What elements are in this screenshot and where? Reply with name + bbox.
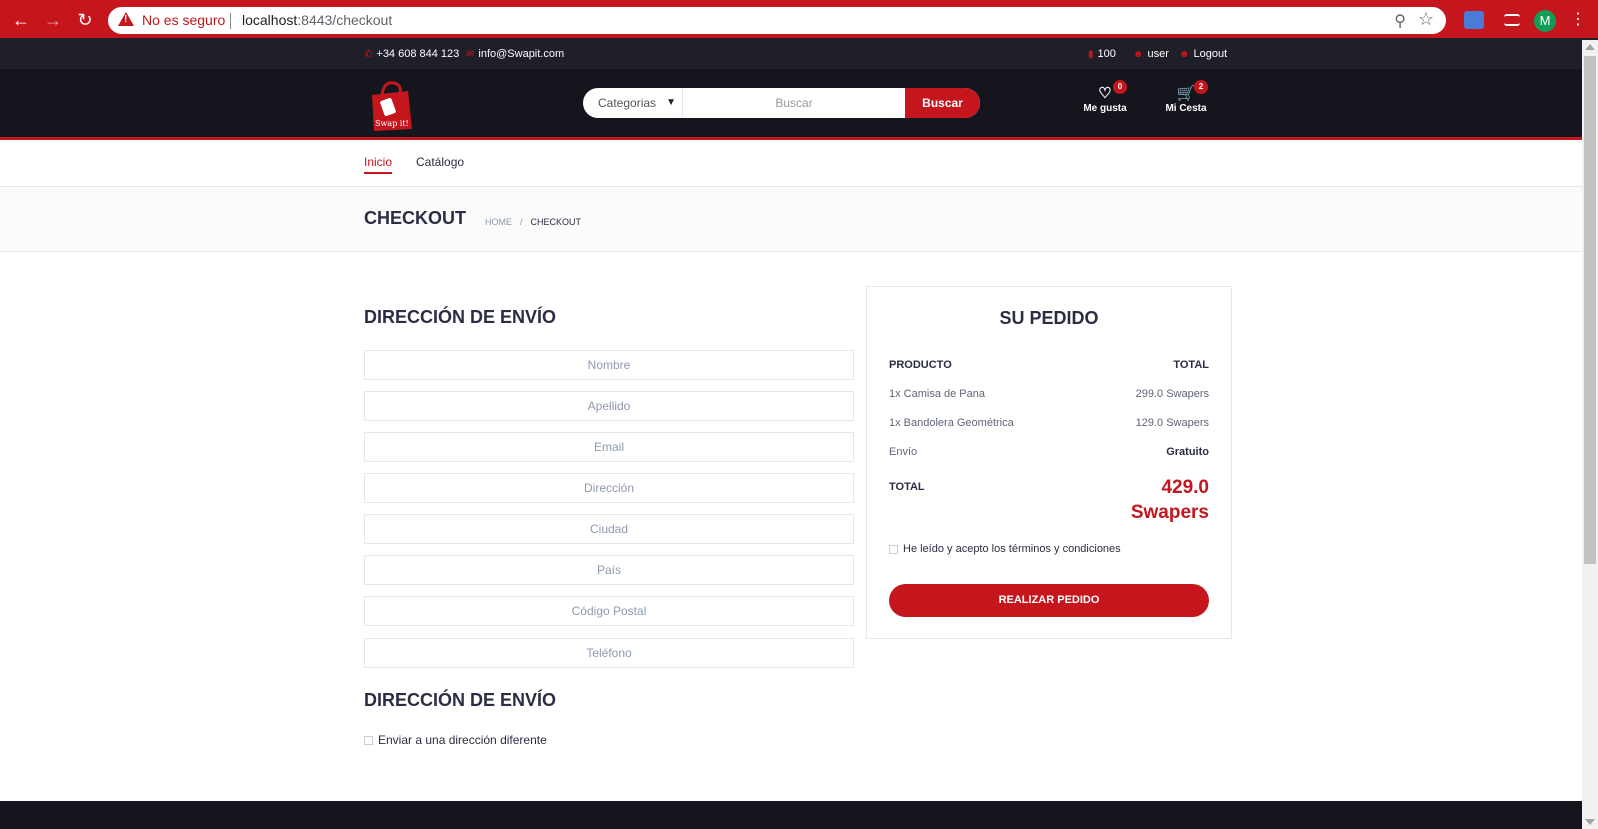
scroll-down-icon[interactable] [1585, 819, 1595, 825]
order-header-row: PRODUCTO TOTAL [889, 359, 1209, 371]
order-total-label: TOTAL [889, 481, 925, 493]
page-title: CHECKOUT [364, 208, 466, 228]
zoom-icon[interactable]: ⚲ [1394, 11, 1406, 31]
order-item-price: 129.0 Swapers [1135, 417, 1209, 429]
breadcrumb-separator: / [520, 217, 523, 227]
ciudad-field[interactable] [364, 514, 854, 544]
order-item-row: 1x Bandolera Geométrica 129.0 Swapers [889, 417, 1209, 429]
shipping-section-title: DIRECCIÓN DE ENVÍO [364, 690, 557, 710]
breadcrumb: HOME / CHECKOUT [485, 217, 581, 227]
chevron-down-icon: ▼ [666, 97, 676, 108]
wishlist-button[interactable]: ♡ Me gusta 0 [1075, 80, 1135, 114]
place-order-button[interactable]: REALIZAR PEDIDO [889, 584, 1209, 617]
site-footer [0, 801, 1582, 829]
browser-toolbar: ← → ↻ No es seguro localhost:8443/checko… [0, 0, 1598, 40]
different-address-checkbox[interactable] [364, 736, 373, 746]
order-total-value: 429.0 Swapers [1130, 477, 1209, 523]
reload-icon[interactable]: ↻ [74, 9, 96, 31]
email-field[interactable] [364, 432, 854, 462]
logo-text: Swap it! [375, 119, 409, 128]
nav-item-catalogo[interactable]: Catálogo [416, 155, 464, 172]
scroll-up-icon[interactable] [1585, 44, 1595, 50]
logout-text: Logout [1193, 48, 1228, 60]
user-icon: ☻ [1133, 49, 1144, 60]
logout-link[interactable]: ☻ Logout [1179, 48, 1227, 60]
bookmark-star-icon[interactable]: ☆ [1418, 9, 1434, 30]
extension-icon[interactable] [1464, 11, 1484, 29]
search-button[interactable]: Buscar [905, 88, 980, 118]
col-product-header: PRODUCTO [889, 359, 952, 371]
envelope-icon: ✉ [466, 49, 475, 60]
url-path: :8443/checkout [297, 12, 393, 28]
apellido-field[interactable] [364, 391, 854, 421]
telefono-field[interactable] [364, 638, 854, 668]
cart-label: Mi Cesta [1165, 103, 1207, 114]
omnibox-divider [230, 13, 231, 29]
category-select-label: Categorias [598, 96, 657, 110]
breadcrumb-home[interactable]: HOME [485, 217, 512, 227]
billing-section-title: DIRECCIÓN DE ENVÍO [364, 307, 557, 327]
order-item-row: 1x Camisa de Pana 299.0 Swapers [889, 388, 1209, 400]
nombre-field[interactable] [364, 350, 854, 380]
codigo-postal-field[interactable] [364, 596, 854, 626]
search-bar: Categorias ▼ Buscar [583, 88, 980, 118]
order-item-name: 1x Bandolera Geométrica [889, 417, 1014, 429]
user-icon: ☻ [1179, 49, 1190, 60]
order-item-price: 299.0 Swapers [1135, 388, 1209, 400]
main-nav: Inicio Catálogo [0, 140, 1582, 187]
site-header: Swap it! Categorias ▼ Buscar ♡ Me gusta … [0, 69, 1582, 140]
terms-checkbox[interactable] [889, 544, 898, 554]
browser-menu-icon[interactable]: ⋮ [1570, 9, 1586, 31]
email-text: info@Swapit.com [478, 48, 565, 60]
order-summary: SU PEDIDO PRODUCTO TOTAL 1x Camisa de Pa… [866, 286, 1232, 639]
email-contact[interactable]: ✉ info@Swapit.com [466, 48, 564, 60]
coins-icon: ▮ [1088, 49, 1094, 60]
order-item-name: 1x Camisa de Pana [889, 388, 985, 400]
forward-arrow-icon[interactable]: → [42, 9, 64, 31]
media-controls-icon[interactable] [1504, 14, 1520, 26]
category-select[interactable]: Categorias ▼ [583, 88, 683, 118]
col-total-header: TOTAL [1173, 359, 1209, 371]
terms-label: He leído y acepto los términos y condici… [903, 543, 1121, 555]
different-address-label: Enviar a una dirección diferente [378, 733, 547, 747]
user-link[interactable]: ☻ user [1133, 48, 1169, 60]
insecure-label: No es seguro [142, 12, 226, 28]
direccion-field[interactable] [364, 473, 854, 503]
breadcrumb-current: CHECKOUT [530, 217, 582, 227]
breadcrumb-section: CHECKOUT HOME / CHECKOUT [0, 187, 1582, 252]
page-scrollbar[interactable] [1582, 40, 1598, 829]
shipping-row: Envío Gratuito [889, 446, 1209, 458]
user-text: user [1147, 48, 1169, 60]
balance-text: 100 [1097, 48, 1116, 60]
phone-contact[interactable]: ✆ +34 608 844 123 [364, 48, 459, 60]
shipping-value: Gratuito [1166, 446, 1209, 458]
cart-count-badge: 2 [1194, 80, 1208, 94]
terms-option[interactable]: He leído y acepto los términos y condici… [889, 543, 1121, 555]
phone-text: +34 608 844 123 [376, 48, 460, 60]
wishlist-label: Me gusta [1083, 103, 1127, 114]
wishlist-count-badge: 0 [1113, 80, 1127, 94]
balance-indicator: ▮ 100 [1088, 48, 1116, 60]
warning-icon [118, 12, 134, 26]
phone-icon: ✆ [364, 49, 373, 60]
scroll-thumb[interactable] [1584, 56, 1596, 564]
order-title: SU PEDIDO [999, 308, 1099, 328]
back-arrow-icon[interactable]: ← [10, 9, 32, 31]
top-info-bar: ✆ +34 608 844 123 ✉ info@Swapit.com ▮ 100 ☻… [0, 40, 1582, 69]
search-input[interactable] [684, 88, 904, 118]
nav-item-inicio[interactable]: Inicio [364, 155, 393, 174]
cart-button[interactable]: 🛒 Mi Cesta 2 [1156, 80, 1216, 114]
address-bar[interactable]: No es seguro localhost:8443/checkout ⚲ ☆ [108, 7, 1446, 34]
shipping-label: Envío [889, 446, 918, 458]
url-host: localhost [242, 12, 298, 28]
url-text[interactable]: localhost:8443/checkout [242, 12, 392, 28]
pais-field[interactable] [364, 555, 854, 585]
different-address-option[interactable]: Enviar a una dirección diferente [364, 733, 547, 747]
profile-avatar[interactable]: M [1534, 10, 1556, 32]
